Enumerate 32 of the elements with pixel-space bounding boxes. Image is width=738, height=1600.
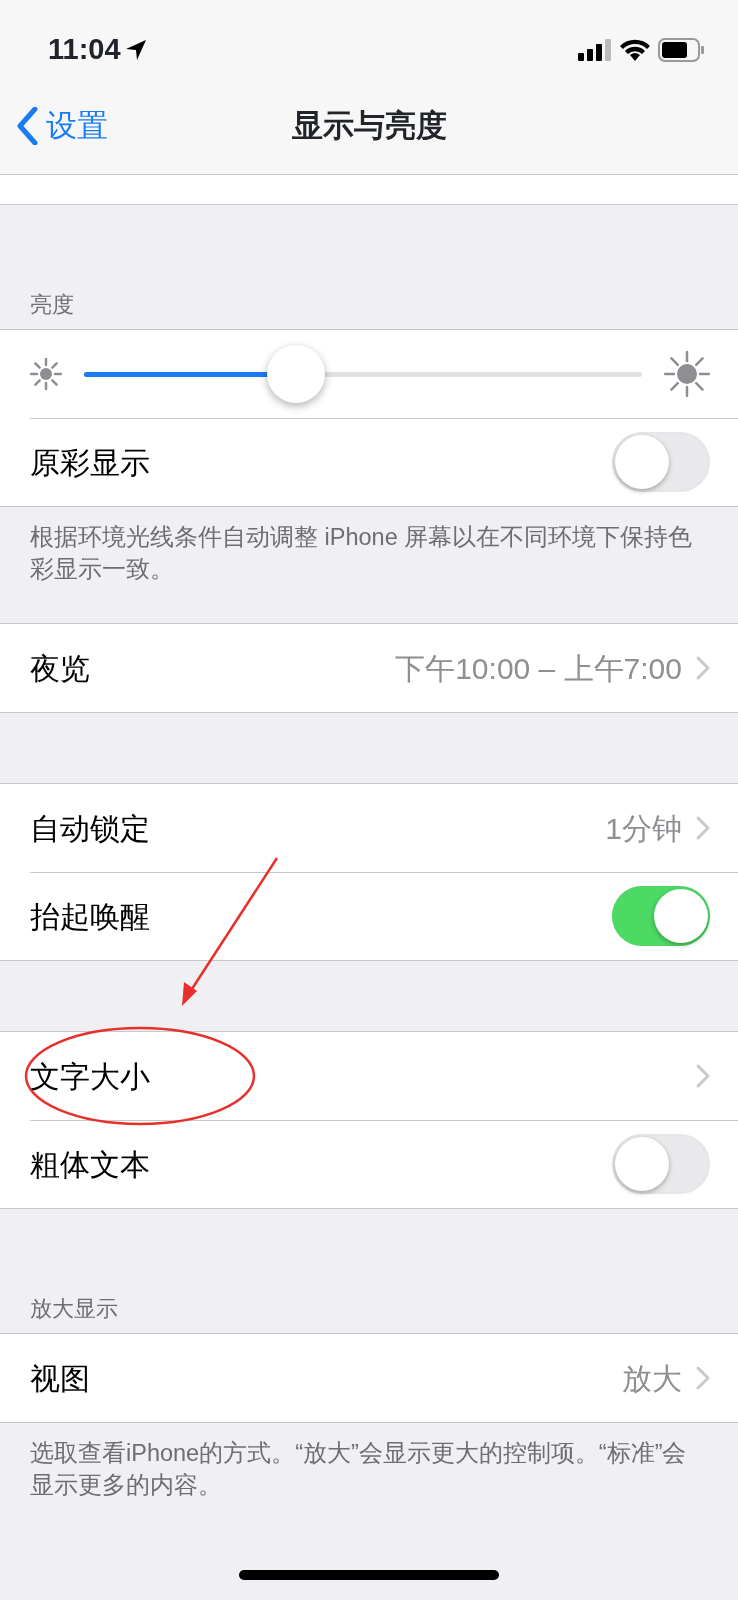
row-label: 文字大小	[30, 1058, 150, 1095]
section-header: 放大显示	[29, 1295, 119, 1323]
status-time: 11:04	[48, 32, 121, 68]
page-title: 显示与亮度	[291, 106, 447, 145]
slider-thumb[interactable]	[267, 345, 326, 403]
home-indicator[interactable]	[239, 1570, 499, 1580]
back-button[interactable]: 设置	[0, 78, 108, 174]
chevron-right-icon	[696, 1064, 710, 1088]
row-label: 抬起唤醒	[30, 898, 150, 935]
chevron-right-icon	[696, 656, 710, 680]
small-sun-icon	[30, 358, 62, 390]
signal-icon	[578, 39, 612, 61]
section-header: 亮度	[29, 291, 75, 319]
chevron-right-icon	[696, 1366, 710, 1390]
row-label: 原彩显示	[30, 444, 150, 481]
row-value: 1分钟	[605, 810, 682, 847]
section-footer: 选取查看iPhone的方式。“放大”会显示更大的控制项。“标准”会显示更多的内容。	[0, 1423, 738, 1501]
row-label: 粗体文本	[30, 1146, 150, 1183]
row-label: 自动锁定	[30, 810, 150, 847]
battery-icon	[658, 38, 704, 62]
row-label: 视图	[30, 1360, 90, 1397]
section-footer: 根据环境光线条件自动调整 iPhone 屏幕以在不同环境下保持色彩显示一致。	[0, 507, 738, 585]
back-chevron-icon	[16, 107, 38, 145]
row-value: 下午10:00 – 上午7:00	[395, 650, 682, 687]
brightness-slider[interactable]	[84, 345, 642, 403]
toggle-switch[interactable]	[612, 886, 710, 946]
large-sun-icon	[664, 351, 710, 397]
chevron-right-icon	[696, 816, 710, 840]
wifi-icon	[620, 39, 650, 61]
row-value: 放大	[622, 1360, 682, 1397]
location-arrow-icon	[124, 39, 147, 61]
row-label: 夜览	[30, 650, 90, 687]
